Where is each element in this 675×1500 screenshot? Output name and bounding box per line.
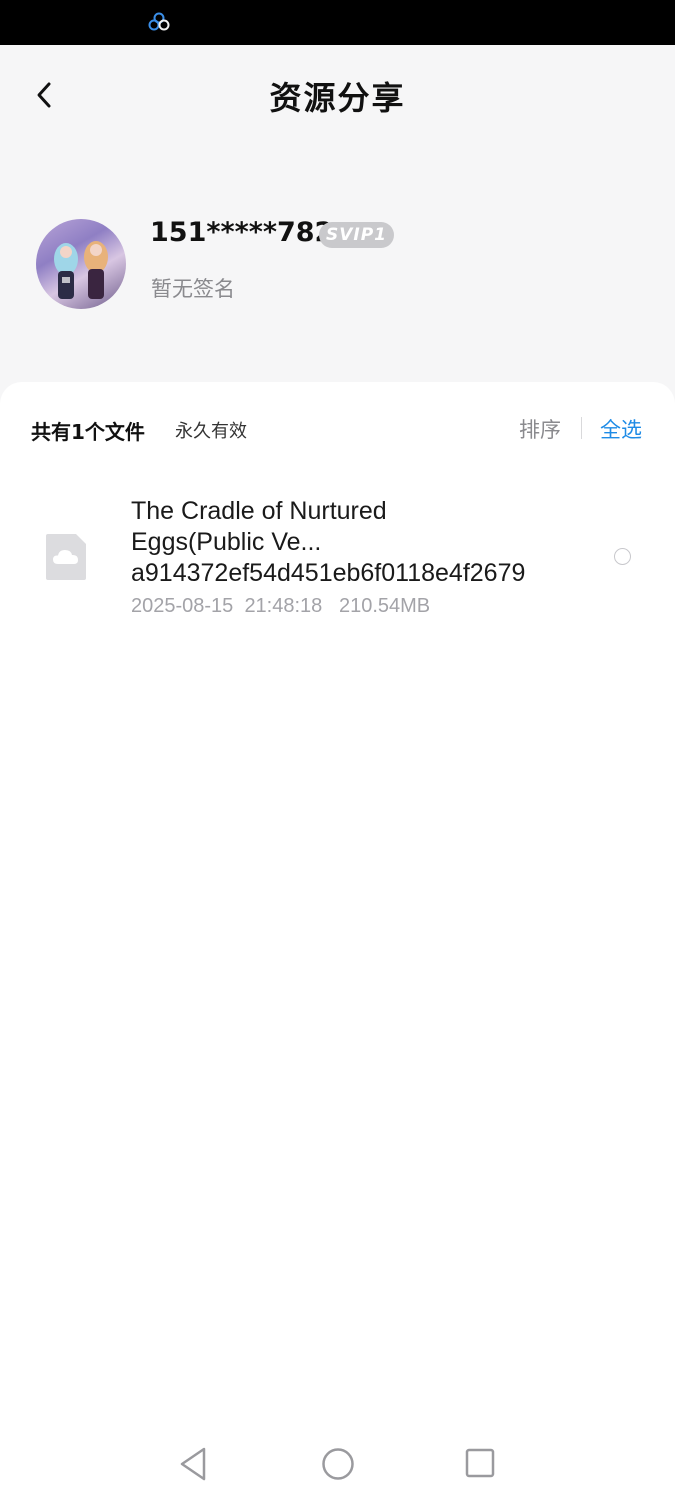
- file-name-line: a914372ef54d451eb6f0118e4f2679: [131, 559, 526, 587]
- cloud-file-icon: [46, 534, 86, 580]
- file-time: 21:48:18: [244, 595, 323, 617]
- profile-section: 151*****782 SVIP1 暂无签名: [0, 147, 675, 387]
- system-nav-bar: [0, 1420, 675, 1500]
- avatar-image: [54, 241, 108, 299]
- file-select-radio[interactable]: [614, 548, 631, 565]
- avatar[interactable]: [36, 219, 126, 309]
- file-count-label: 共有1个文件: [31, 420, 145, 444]
- file-list-item[interactable]: The Cradle of Nurtured Eggs(Public Ve...…: [0, 492, 675, 632]
- sort-button[interactable]: 排序: [519, 414, 561, 444]
- page-title: 资源分享: [269, 79, 406, 117]
- file-name: The Cradle of Nurtured Eggs(Public Ve...…: [131, 496, 581, 589]
- select-all-button[interactable]: 全选: [600, 414, 642, 444]
- divider: [581, 417, 582, 439]
- file-name-line: Eggs(Public Ve...: [131, 528, 322, 556]
- circle-home-icon[interactable]: [320, 1446, 356, 1482]
- file-size: 210.54MB: [338, 595, 431, 617]
- status-bar: [0, 0, 675, 45]
- app-notification-icon: [148, 12, 170, 31]
- validity-label: 永久有效: [175, 421, 247, 442]
- file-name-line: The Cradle of Nurtured: [131, 497, 387, 525]
- triangle-back-icon[interactable]: [176, 1446, 210, 1482]
- username: 151*****782: [150, 217, 334, 248]
- header: 资源分享: [0, 45, 675, 147]
- square-recent-icon[interactable]: [464, 1447, 496, 1479]
- vip-badge: SVIP1: [319, 222, 394, 248]
- file-meta: 2025-08-15 21:48:18 210.54MB: [131, 595, 430, 618]
- file-date: 2025-08-15: [131, 595, 234, 617]
- signature: 暂无签名: [151, 277, 235, 301]
- file-list-card: 共有1个文件 永久有效 排序 全选 The Cradle of Nurtured…: [0, 382, 675, 1500]
